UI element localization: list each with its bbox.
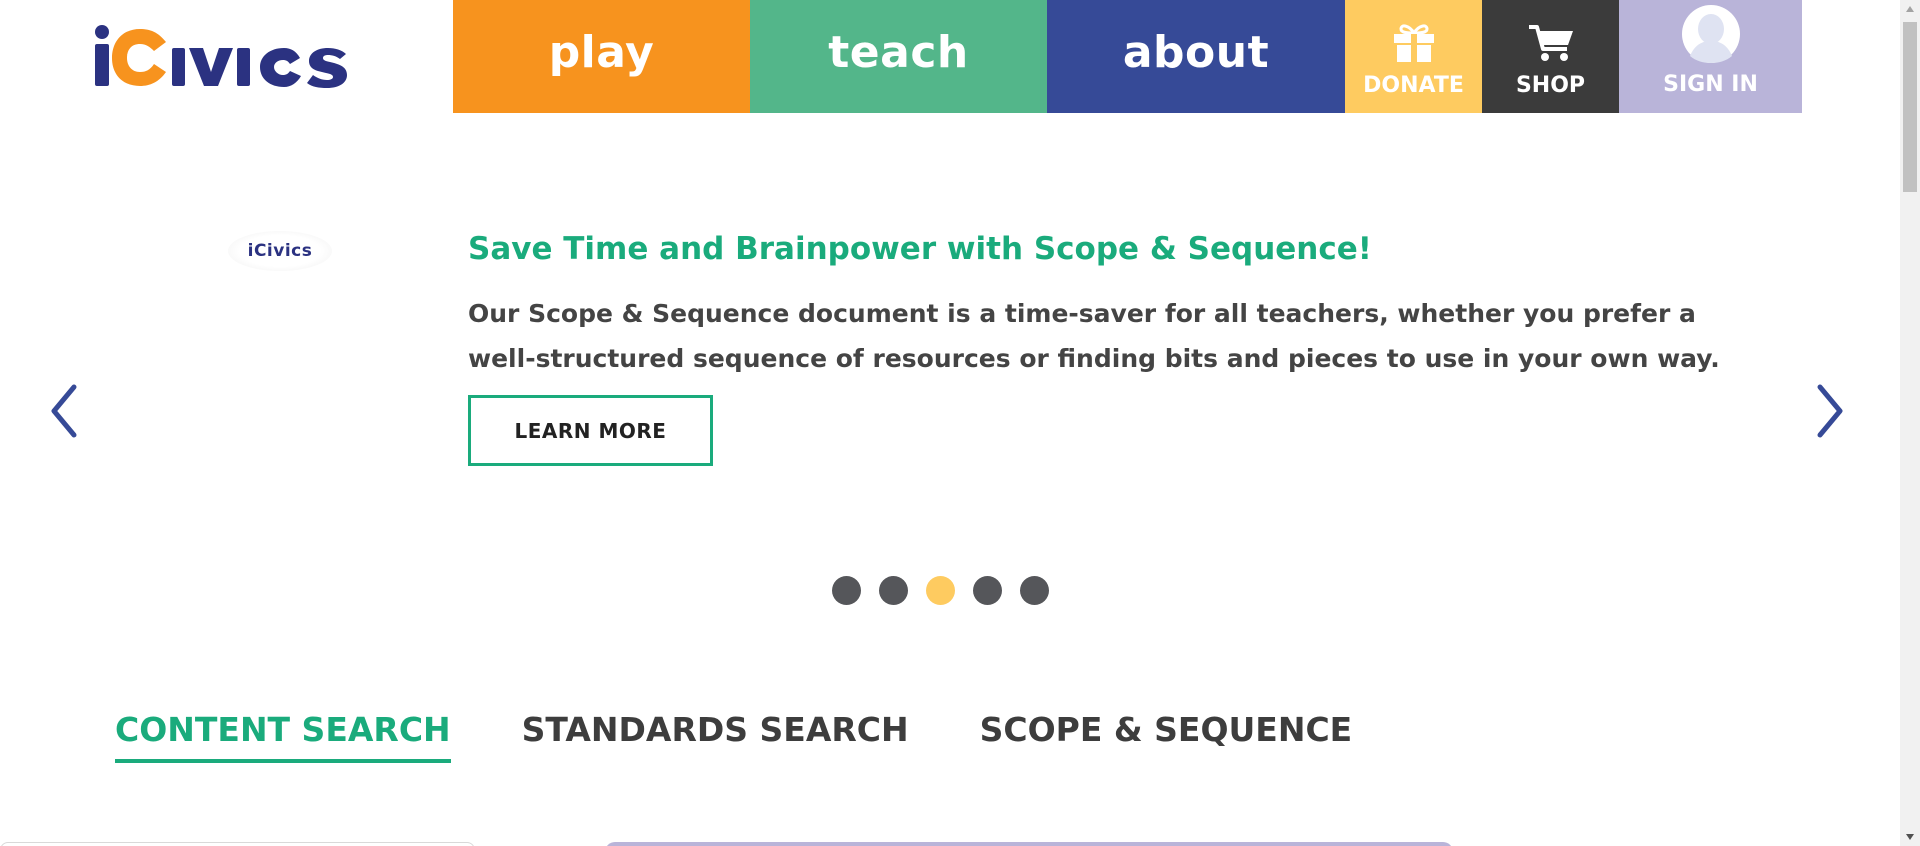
nav-about[interactable]: about xyxy=(1047,0,1345,113)
sign-in-label: SIGN IN xyxy=(1663,72,1758,97)
slide-body: Our Scope & Sequence document is a time-… xyxy=(468,299,1720,373)
carousel-dot[interactable] xyxy=(879,576,908,605)
user-avatar-icon xyxy=(1681,5,1740,63)
nav-teach-label: teach xyxy=(828,27,969,78)
search-tab[interactable]: SCOPE & SEQUENCE xyxy=(980,710,1353,763)
page-scrollbar[interactable] xyxy=(1900,0,1920,846)
carousel-dot[interactable] xyxy=(926,576,955,605)
carousel-prev-button[interactable] xyxy=(46,381,86,441)
content-card xyxy=(0,842,475,846)
shop-label: SHOP xyxy=(1515,73,1586,98)
caret-up-icon xyxy=(1906,6,1914,12)
nav-play[interactable]: play xyxy=(453,0,750,113)
search-tab[interactable]: STANDARDS SEARCH xyxy=(522,710,909,763)
main-nav: play teach about DONATE SHOP SIGN IN xyxy=(453,0,1802,113)
nav-play-label: play xyxy=(548,27,655,78)
cart-icon xyxy=(1528,25,1573,61)
chevron-left-icon xyxy=(51,384,77,438)
donate-button[interactable]: DONATE xyxy=(1345,0,1482,113)
slide-title: Save Time and Brainpower with Scope & Se… xyxy=(468,231,1372,267)
scroll-down-button[interactable] xyxy=(1900,828,1920,846)
carousel-dot[interactable] xyxy=(1020,576,1049,605)
caret-down-icon xyxy=(1906,834,1914,840)
slide-logo: iCivics xyxy=(228,231,332,271)
search-tab[interactable]: CONTENT SEARCH xyxy=(115,710,451,763)
hero-carousel: iCivics Save Time and Brainpower with Sc… xyxy=(0,113,1900,633)
icivics-logo[interactable] xyxy=(92,20,374,90)
sign-in-button[interactable]: SIGN IN xyxy=(1619,0,1802,113)
site-header: play teach about DONATE SHOP SIGN IN xyxy=(0,0,1900,113)
carousel-dots xyxy=(832,576,1049,605)
learn-more-button[interactable]: LEARN MORE xyxy=(468,395,713,466)
carousel-dot[interactable] xyxy=(973,576,1002,605)
nav-teach[interactable]: teach xyxy=(750,0,1047,113)
nav-about-label: about xyxy=(1122,27,1270,78)
scroll-up-button[interactable] xyxy=(1900,0,1920,18)
shop-button[interactable]: SHOP xyxy=(1482,0,1619,113)
carousel-dot[interactable] xyxy=(832,576,861,605)
chevron-right-icon xyxy=(1817,384,1843,438)
gift-icon xyxy=(1393,24,1434,62)
carousel-next-button[interactable] xyxy=(1808,381,1848,441)
search-tabs: CONTENT SEARCH STANDARDS SEARCH SCOPE & SE… xyxy=(115,710,1423,763)
icivics-logo-icon xyxy=(95,25,347,88)
scroll-thumb[interactable] xyxy=(1903,22,1917,192)
donate-label: DONATE xyxy=(1363,73,1464,98)
slide-logo-text: iCivics xyxy=(247,241,313,261)
search-panel xyxy=(605,842,1453,846)
